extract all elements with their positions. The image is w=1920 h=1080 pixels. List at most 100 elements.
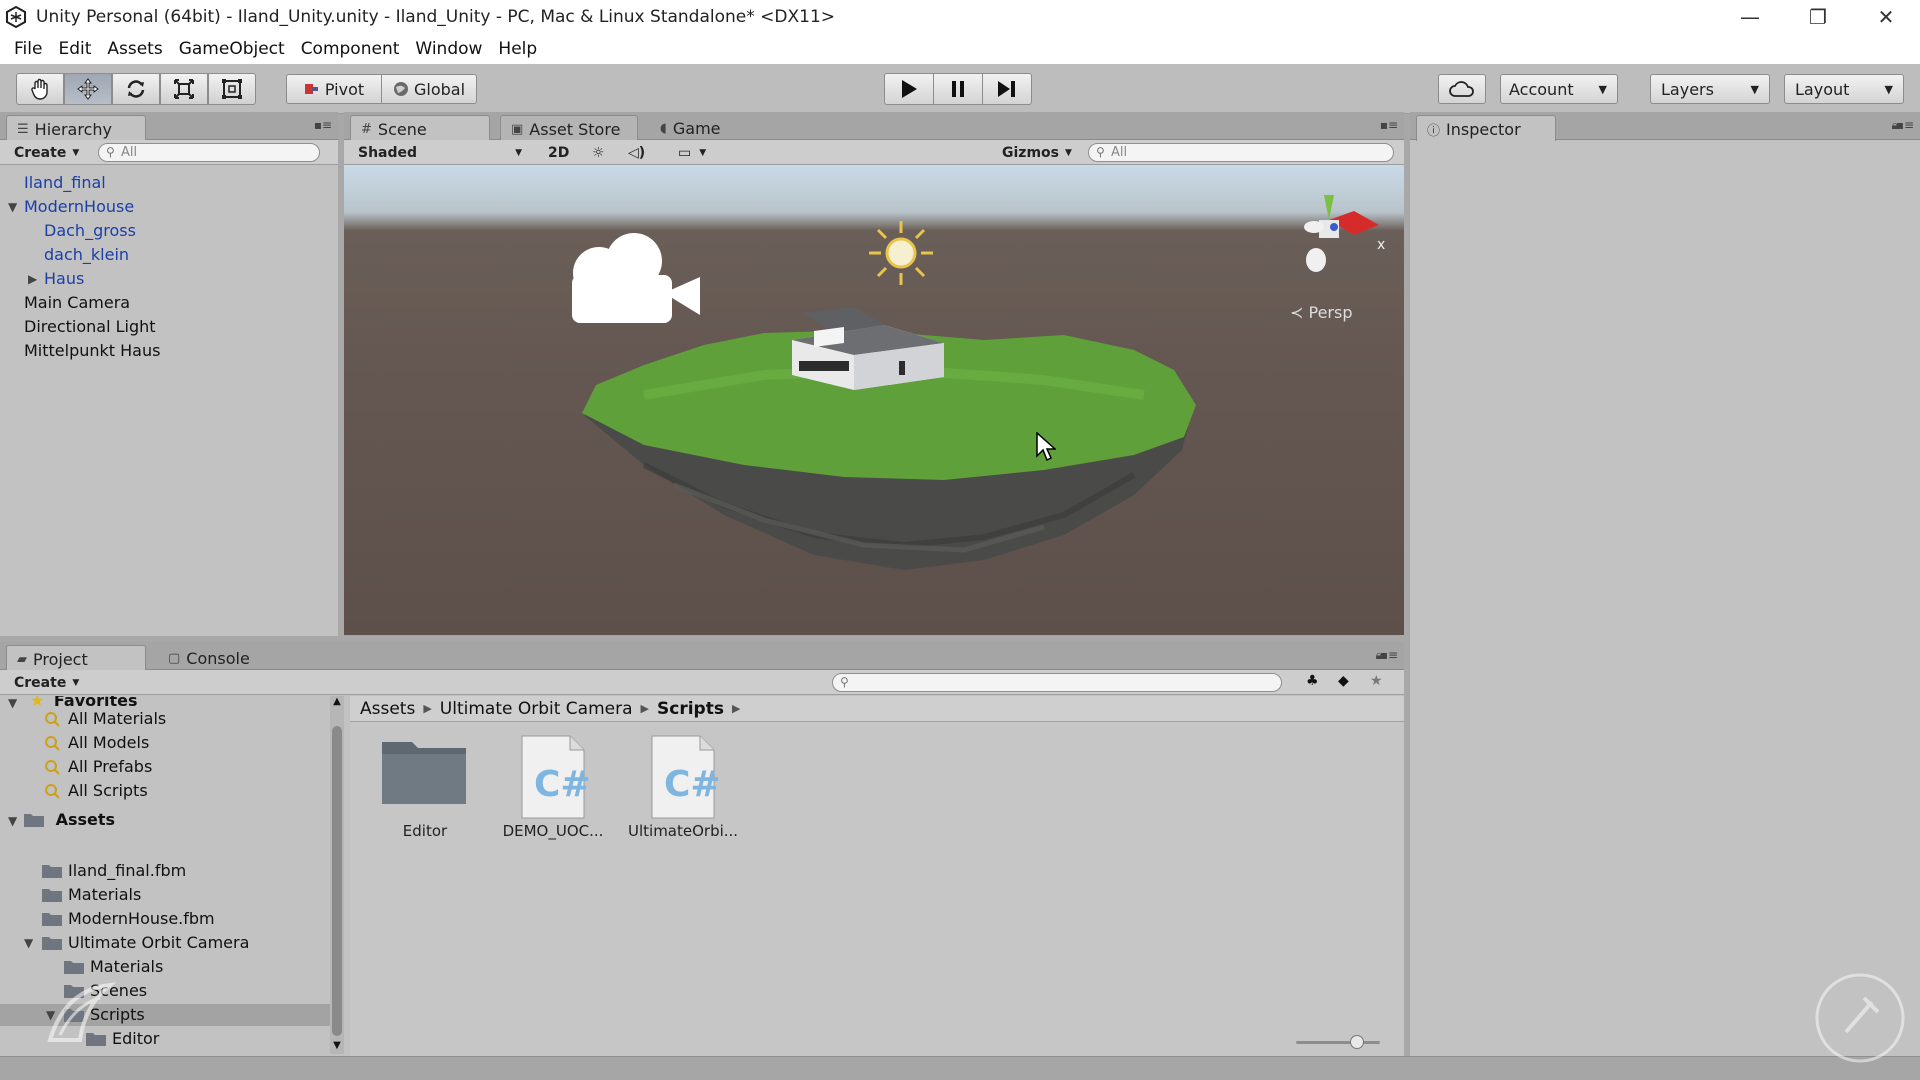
scale-tool-button[interactable] [160, 73, 208, 105]
expand-arrow-icon[interactable]: ▼ [24, 936, 33, 950]
scrollbar-thumb[interactable] [332, 726, 342, 1036]
asset-folder-item[interactable]: Materials [64, 956, 163, 978]
hierarchy-item[interactable]: ModernHouse [24, 196, 134, 218]
pivot-toggle-button[interactable]: Pivot [286, 74, 382, 104]
scroll-up-arrow-icon[interactable]: ▲ [330, 696, 344, 710]
hierarchy-item[interactable]: Dach_gross [44, 220, 136, 242]
shading-mode-dropdown[interactable]: Shaded ▼ [352, 143, 528, 162]
assets-title: Assets [55, 810, 116, 829]
filter-by-type-icon[interactable]: ♣ [1306, 673, 1319, 689]
expand-arrow-icon[interactable]: ▼ [8, 814, 17, 828]
menu-edit[interactable]: Edit [50, 39, 99, 59]
audio-toggle-button[interactable]: ◁) [622, 143, 651, 162]
pause-button[interactable] [933, 73, 983, 105]
breadcrumb-item-assets[interactable]: Assets [360, 699, 415, 719]
breadcrumb-item-ultimate-orbit-camera[interactable]: Ultimate Orbit Camera [440, 699, 633, 719]
hierarchy-item[interactable]: Mittelpunkt Haus [24, 340, 160, 362]
filter-by-label-icon[interactable]: ◆ [1338, 673, 1349, 689]
favorites-item[interactable]: All Prefabs [45, 756, 152, 778]
hierarchy-item-label: Mittelpunkt Haus [24, 341, 161, 360]
favorites-item[interactable]: All Scripts [45, 780, 148, 802]
favorites-item-label: All Materials [68, 709, 167, 728]
menu-help[interactable]: Help [490, 39, 545, 59]
close-button[interactable]: ✕ [1852, 0, 1920, 34]
favorites-item[interactable]: All Models [45, 732, 149, 754]
layout-dropdown[interactable]: Layout ▼ [1784, 74, 1904, 104]
tab-console[interactable]: ▢ Console [158, 645, 278, 670]
2d-toggle-button[interactable]: 2D [542, 143, 575, 162]
hierarchy-item[interactable]: Main Camera [24, 292, 130, 314]
collab-cloud-button[interactable] [1438, 74, 1486, 104]
panel-menu-icon[interactable]: ▪≡ [1380, 648, 1398, 662]
lighting-toggle-button[interactable]: ☼ [586, 143, 611, 162]
asset-folder-item[interactable]: Iland_final.fbm [42, 860, 186, 882]
project-create-button[interactable]: Create ▼ [8, 673, 85, 692]
breadcrumb-item-scripts[interactable]: Scripts [657, 699, 724, 719]
collapse-arrow-icon[interactable]: ▶ [28, 272, 37, 286]
panel-menu-icon[interactable]: ▪≡ [1380, 118, 1398, 132]
expand-arrow-icon[interactable]: ▼ [8, 696, 17, 710]
account-dropdown[interactable]: Account ▼ [1500, 74, 1618, 104]
hierarchy-item-label: Iland_final [24, 173, 106, 192]
zoom-slider[interactable] [1296, 1034, 1380, 1050]
global-toggle-button[interactable]: Global [381, 74, 477, 104]
move-tool-button[interactable] [64, 73, 112, 105]
restore-button[interactable]: ❐ [1784, 0, 1852, 34]
tab-project[interactable]: ▰ Project [6, 645, 146, 671]
mouse-cursor-icon [1036, 432, 1056, 462]
tab-game[interactable]: ◖ Game [650, 115, 750, 140]
search-icon: ⚲ [840, 675, 849, 689]
console-icon: ▢ [168, 651, 181, 666]
minimize-button[interactable]: — [1716, 0, 1784, 34]
panel-menu-icon[interactable]: ▪≡ [1896, 118, 1914, 132]
rotate-tool-button[interactable] [112, 73, 160, 105]
slider-thumb[interactable] [1350, 1035, 1364, 1049]
grid-icon: # [361, 122, 372, 137]
folder-icon [42, 889, 62, 902]
asset-item-editor-folder[interactable]: Editor [370, 734, 480, 840]
hierarchy-item[interactable]: dach_klein [44, 244, 129, 266]
menu-gameobject[interactable]: GameObject [171, 39, 293, 59]
tree-scrollbar-track[interactable]: ▲ ▼ [330, 696, 344, 1054]
record-badge-icon [1815, 973, 1905, 1063]
layers-dropdown[interactable]: Layers ▼ [1650, 74, 1770, 104]
tab-asset-store[interactable]: ▣ Asset Store [500, 115, 638, 140]
menu-file[interactable]: File [6, 39, 50, 59]
hand-tool-button[interactable] [16, 73, 64, 105]
scroll-down-arrow-icon[interactable]: ▼ [330, 1040, 344, 1054]
menu-window[interactable]: Window [407, 39, 490, 59]
window-title: Unity Personal (64bit) - Iland_Unity.uni… [36, 7, 835, 27]
asset-item-label: UltimateOrbi... [628, 822, 739, 840]
favorites-item[interactable]: All Materials [45, 708, 167, 730]
favorites-star-icon[interactable]: ★ [1370, 673, 1383, 689]
project-search-input[interactable]: ⚲ [832, 673, 1282, 692]
asset-folder-item[interactable]: Ultimate Orbit Camera [42, 932, 249, 954]
scene-viewport[interactable]: x ≺ Persp [344, 165, 1404, 635]
hierarchy-item[interactable]: Iland_final [24, 172, 106, 194]
tab-inspector[interactable]: ⓘ Inspector [1416, 115, 1556, 141]
modern-house [792, 307, 944, 390]
rect-tool-button[interactable] [208, 73, 256, 105]
tab-hierarchy[interactable]: ☰ Hierarchy [6, 115, 146, 141]
assets-root[interactable]: Assets [24, 809, 115, 831]
hierarchy-item[interactable]: Directional Light [24, 316, 156, 338]
hierarchy-create-button[interactable]: Create ▼ [8, 143, 85, 162]
panel-menu-icon[interactable]: ▪≡ [314, 118, 332, 132]
step-button[interactable] [982, 73, 1032, 105]
scene-search-input[interactable]: ⚲ All [1088, 143, 1394, 162]
gizmos-dropdown[interactable]: Gizmos ▼ [996, 143, 1078, 162]
orientation-gizmo[interactable] [1304, 195, 1379, 272]
effects-dropdown[interactable]: ▭ ▼ [672, 143, 712, 162]
asset-item-demo-script[interactable]: C# DEMO_UOC... [498, 734, 608, 840]
menu-assets[interactable]: Assets [99, 39, 170, 59]
hierarchy-item[interactable]: Haus [44, 268, 84, 290]
play-button[interactable] [884, 73, 934, 105]
hierarchy-search-input[interactable]: ⚲ All [98, 143, 320, 162]
menu-component[interactable]: Component [293, 39, 408, 59]
expand-arrow-icon[interactable]: ▼ [8, 200, 17, 214]
asset-folder-item[interactable]: ModernHouse.fbm [42, 908, 215, 930]
asset-item-ultimateorbit-script[interactable]: C# UltimateOrbi... [628, 734, 738, 840]
projection-label[interactable]: ≺ Persp [1290, 303, 1353, 322]
tab-scene[interactable]: # Scene [350, 115, 490, 141]
asset-folder-item[interactable]: Materials [42, 884, 141, 906]
